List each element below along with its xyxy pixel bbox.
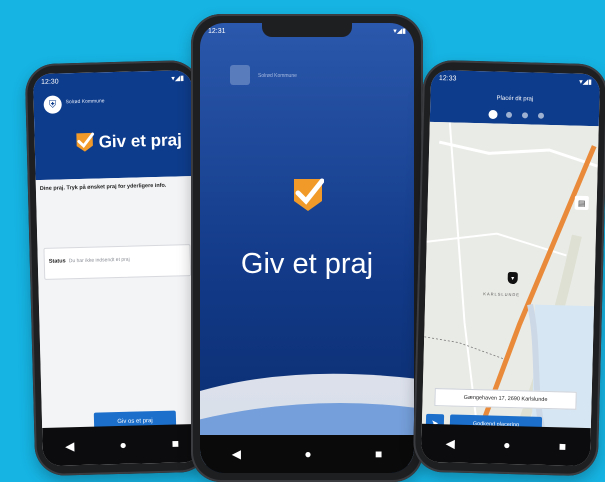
recent-apps-icon[interactable]: ■ [172, 436, 180, 450]
status-value: Du har ikke indsendt et praj [68, 256, 130, 265]
municipality-name: Solrød Kommune [258, 73, 297, 79]
signal-icon: ▾◢▮ [171, 75, 185, 83]
municipality-logo-icon [230, 65, 250, 85]
home-icon[interactable]: ● [304, 448, 311, 460]
status-bar: 12:30 ▾◢▮ [33, 70, 192, 90]
address-display: Gængehaven 17, 2690 Karlslunde [434, 388, 577, 410]
check-badge-icon [294, 178, 324, 211]
recent-apps-icon[interactable]: ■ [559, 439, 567, 453]
android-navbar: ◀ ● ■ [420, 423, 591, 467]
android-navbar: ◀ ● ■ [200, 435, 414, 473]
back-icon[interactable]: ◀ [445, 436, 455, 450]
status-bar: 12:33 ▾◢▮ [431, 70, 600, 90]
praj-list: Dine praj. Tryk på ønsket praj for yderl… [35, 175, 202, 429]
home-icon[interactable]: ● [503, 438, 511, 452]
back-icon[interactable]: ◀ [65, 439, 75, 453]
map-screen: 12:33 ▾◢▮ Placér dit praj KARLSLUNDE ▾ ▤… [420, 69, 601, 467]
app-title: Giv et praj [240, 248, 374, 280]
municipality-name: Solrød Kommune [65, 98, 105, 106]
signal-icon: ▾◢▮ [393, 28, 406, 35]
android-navbar: ◀ ● ■ [42, 423, 203, 467]
map-view[interactable]: KARLSLUNDE ▾ ▤ [421, 121, 599, 429]
status-time: 12:30 [41, 77, 59, 86]
home-icon[interactable]: ● [119, 438, 127, 452]
left-screen: 12:30 ▾◢▮ ⛨ Solrød Kommune Giv et praj D… [32, 69, 203, 467]
app-header: 12:30 ▾◢▮ ⛨ Solrød Kommune Giv et praj [32, 69, 195, 181]
back-icon[interactable]: ◀ [232, 448, 241, 460]
layers-icon[interactable]: ▤ [574, 195, 589, 211]
status-time: 12:33 [438, 74, 457, 83]
step-indicator [489, 111, 545, 119]
right-phone: 12:33 ▾◢▮ Placér dit praj KARLSLUNDE ▾ ▤… [412, 59, 605, 477]
step-dot[interactable] [489, 111, 497, 118]
signal-icon: ▾◢▮ [579, 78, 592, 87]
status-card[interactable]: Status Du har ikke indsendt et praj [43, 244, 192, 280]
screen-title: Placér dit praj [496, 95, 534, 103]
center-phone: 12:31 ▾◢▮ Solrød Kommune Giv et praj ◀ ●… [191, 14, 423, 482]
municipality-logo-icon: ⛨ [43, 95, 62, 114]
check-badge-icon [76, 132, 95, 152]
list-hint: Dine praj. Tryk på ønsket praj for yderl… [39, 182, 167, 193]
camera-notch [262, 23, 352, 37]
left-phone: 12:30 ▾◢▮ ⛨ Solrød Kommune Giv et praj D… [24, 59, 211, 477]
step-dot[interactable] [505, 111, 513, 118]
splash-screen: 12:31 ▾◢▮ Solrød Kommune Giv et praj ◀ ●… [200, 23, 414, 473]
app-title: Giv et praj [98, 130, 183, 152]
location-pin-icon[interactable]: ▾ [507, 271, 518, 285]
status-label: Status [48, 258, 66, 265]
status-time: 12:31 [208, 27, 226, 35]
recent-apps-icon[interactable]: ■ [375, 448, 382, 460]
step-dot[interactable] [521, 112, 529, 119]
map-label: KARLSLUNDE [483, 291, 521, 298]
step-dot[interactable] [537, 112, 545, 119]
map-header: 12:33 ▾◢▮ Placér dit praj [429, 69, 601, 127]
